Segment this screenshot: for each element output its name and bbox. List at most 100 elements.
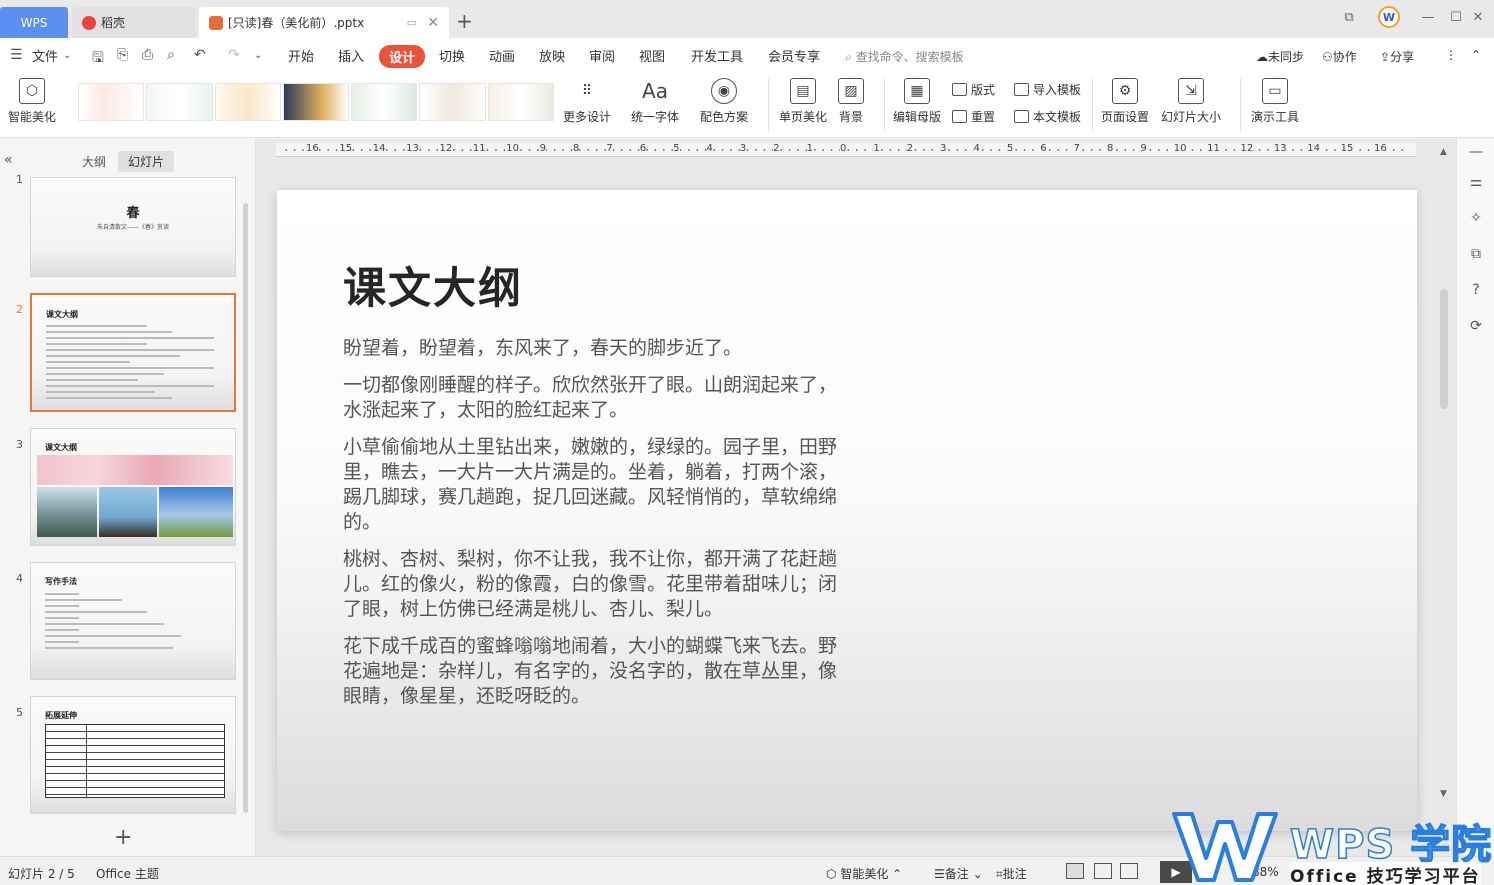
slide-size-button[interactable]: ⇲ 幻灯片大小: [1161, 78, 1221, 125]
thumb-title: 春: [126, 206, 140, 221]
layout-button[interactable]: 版式: [952, 81, 995, 98]
menu-member[interactable]: 会员专享: [768, 46, 820, 65]
print-icon[interactable]: ⎙: [142, 47, 153, 63]
reset-button[interactable]: 重置: [952, 108, 995, 125]
color-scheme-button[interactable]: ◉ 配色方案: [700, 78, 748, 125]
file-menu[interactable]: 文件: [32, 46, 58, 65]
properties-icon[interactable]: ⚌: [1467, 173, 1485, 191]
close-window-button[interactable]: ✕: [1468, 6, 1488, 28]
menu-start[interactable]: 开始: [288, 46, 314, 65]
tab-outline[interactable]: 大纲: [72, 151, 116, 172]
template-thumb[interactable]: [282, 83, 350, 121]
smart-beautify-status[interactable]: ⬡ 智能美化 ⌃: [826, 865, 902, 882]
slide-sorter-icon[interactable]: [1094, 863, 1112, 879]
collapse-panel-icon[interactable]: «: [4, 152, 13, 168]
scroll-up-icon[interactable]: ▲: [1440, 147, 1447, 157]
chevron-down-icon[interactable]: ⌄: [63, 50, 71, 61]
reading-view-icon[interactable]: [1120, 863, 1138, 879]
float-window-icon[interactable]: ▭: [407, 16, 417, 29]
more-design-button[interactable]: ⠿ 更多设计: [563, 78, 611, 125]
notes-icon: ☰: [934, 867, 945, 881]
print-preview-icon[interactable]: ⌕: [167, 47, 175, 63]
scroll-down-icon[interactable]: ▼: [1440, 789, 1447, 799]
menu-slideshow[interactable]: 放映: [539, 46, 565, 65]
panel-scrollbar[interactable]: [243, 203, 248, 813]
menu-developer[interactable]: 开发工具: [691, 46, 743, 65]
grid-icon: ⠿: [581, 83, 593, 99]
minimize-button[interactable]: —: [1418, 6, 1438, 28]
menu-transition[interactable]: 切换: [439, 46, 465, 65]
template-thumb[interactable]: [419, 83, 486, 121]
backup-icon[interactable]: ⟳: [1467, 317, 1485, 335]
slide-thumb-5[interactable]: 拓展延伸: [30, 696, 236, 814]
slide-thumb-3[interactable]: 课文大纲: [30, 428, 236, 546]
menu-design[interactable]: 设计: [379, 45, 426, 68]
ruler-tick-label: 4: [973, 143, 980, 154]
menu-review[interactable]: 审阅: [589, 46, 615, 65]
add-slide-button[interactable]: +: [114, 825, 132, 850]
hamburger-menu-icon[interactable]: ☰: [10, 47, 23, 63]
page-setup-icon: ⚙: [1112, 78, 1138, 104]
comment-button[interactable]: ⌗批注: [996, 865, 1027, 882]
unify-font-button[interactable]: Aa 统一字体: [631, 78, 679, 125]
menu-animation[interactable]: 动画: [489, 46, 515, 65]
sync-status[interactable]: ☁未同步: [1256, 48, 1304, 65]
edit-master-button[interactable]: ▦ 编辑母版: [893, 78, 941, 125]
background-button[interactable]: ▨ 背景: [838, 78, 864, 125]
slide-thumb-1[interactable]: 春 朱自清散文——《春》赏读: [30, 177, 236, 277]
new-tab-button[interactable]: +: [456, 9, 473, 33]
export-icon[interactable]: ⎘: [117, 47, 128, 63]
menu-view[interactable]: 视图: [639, 46, 665, 65]
import-template-button[interactable]: 导入模板: [1014, 81, 1081, 98]
this-template-button[interactable]: 本文模板: [1014, 108, 1081, 125]
tab-docer[interactable]: 稻壳: [72, 7, 196, 38]
template-thumb[interactable]: [146, 83, 213, 121]
tab-label: [只读]春（美化前）.pptx: [228, 16, 365, 30]
slide-canvas[interactable]: 课文大纲 盼望着，盼望着，东风来了，春天的脚步近了。 一切都像刚睡醒的样子。欣欣…: [277, 190, 1417, 831]
editor-scrollbar[interactable]: [1440, 289, 1448, 409]
sidebar-divider-icon: —: [1469, 144, 1483, 160]
share-button[interactable]: ⇪分享: [1380, 48, 1414, 65]
template-thumb[interactable]: [351, 83, 418, 121]
notes-button[interactable]: ☰备注 ⌄: [934, 865, 983, 882]
ruler-tick-label: 15: [1340, 143, 1354, 154]
normal-view-icon[interactable]: [1066, 863, 1084, 879]
layout-switch-icon[interactable]: ⧉: [1338, 6, 1360, 28]
slide-number: 5: [16, 706, 23, 719]
template-thumb[interactable]: [214, 83, 281, 121]
command-search[interactable]: ⌕ 查找命令、搜索模板: [845, 48, 964, 65]
horizontal-ruler[interactable]: 16 15 14 13 12 11 10 9 8 7 6 5 4 3 2 1 0 1 2 3 4 5 6 7 8 9 10 11 12 1…: [276, 143, 1416, 157]
smart-beautify-button[interactable]: ⬡ 智能美化: [8, 78, 56, 125]
slide-body-text[interactable]: 盼望着，盼望着，东风来了，春天的脚步近了。 一切都像刚睡醒的样子。欣欣然张开了眼…: [343, 336, 843, 721]
quick-access-more-icon[interactable]: ⌄: [254, 50, 262, 61]
wps-home-tab[interactable]: WPS: [0, 7, 68, 38]
help-icon[interactable]: ?: [1467, 281, 1485, 299]
single-page-beautify-button[interactable]: ▤ 单页美化: [779, 78, 827, 125]
tab-slides[interactable]: 幻灯片: [118, 151, 175, 172]
presentation-icon: [209, 15, 223, 30]
save-icon[interactable]: 🖫: [92, 47, 104, 71]
slide-thumb-2[interactable]: 课文大纲: [30, 293, 236, 412]
template-thumb[interactable]: [78, 83, 145, 121]
more-icon[interactable]: ⋮: [1445, 48, 1457, 62]
account-avatar[interactable]: W: [1376, 6, 1402, 28]
slide-thumb-4[interactable]: 写作手法: [30, 562, 236, 680]
maximize-button[interactable]: ☐: [1446, 6, 1466, 28]
page-setup-button[interactable]: ⚙ 页面设置: [1101, 78, 1149, 125]
slide-size-icon: ⇲: [1178, 78, 1204, 104]
transition-icon[interactable]: ⧉: [1467, 245, 1485, 263]
magic-icon[interactable]: ✧: [1467, 209, 1485, 227]
theme-name[interactable]: Office 主题: [96, 865, 159, 882]
undo-icon[interactable]: ↶: [194, 47, 206, 63]
tab-document[interactable]: [只读]春（美化前）.pptx ▭ ✕: [199, 7, 449, 38]
redo-icon[interactable]: ↷: [228, 47, 240, 63]
presenter-tools-button[interactable]: ▭ 演示工具: [1251, 78, 1299, 125]
collab-button[interactable]: ⚇协作: [1322, 48, 1357, 65]
menu-insert[interactable]: 插入: [338, 46, 364, 65]
slide-number: 3: [16, 438, 23, 451]
slide-title[interactable]: 课文大纲: [343, 254, 523, 316]
collapse-ribbon-icon[interactable]: ⌃: [1471, 48, 1481, 62]
wps-academy-watermark: WPS 学院 Office 技巧学习平台: [1170, 810, 1494, 885]
template-thumb[interactable]: [487, 83, 554, 121]
close-tab-icon[interactable]: ✕: [427, 15, 439, 31]
